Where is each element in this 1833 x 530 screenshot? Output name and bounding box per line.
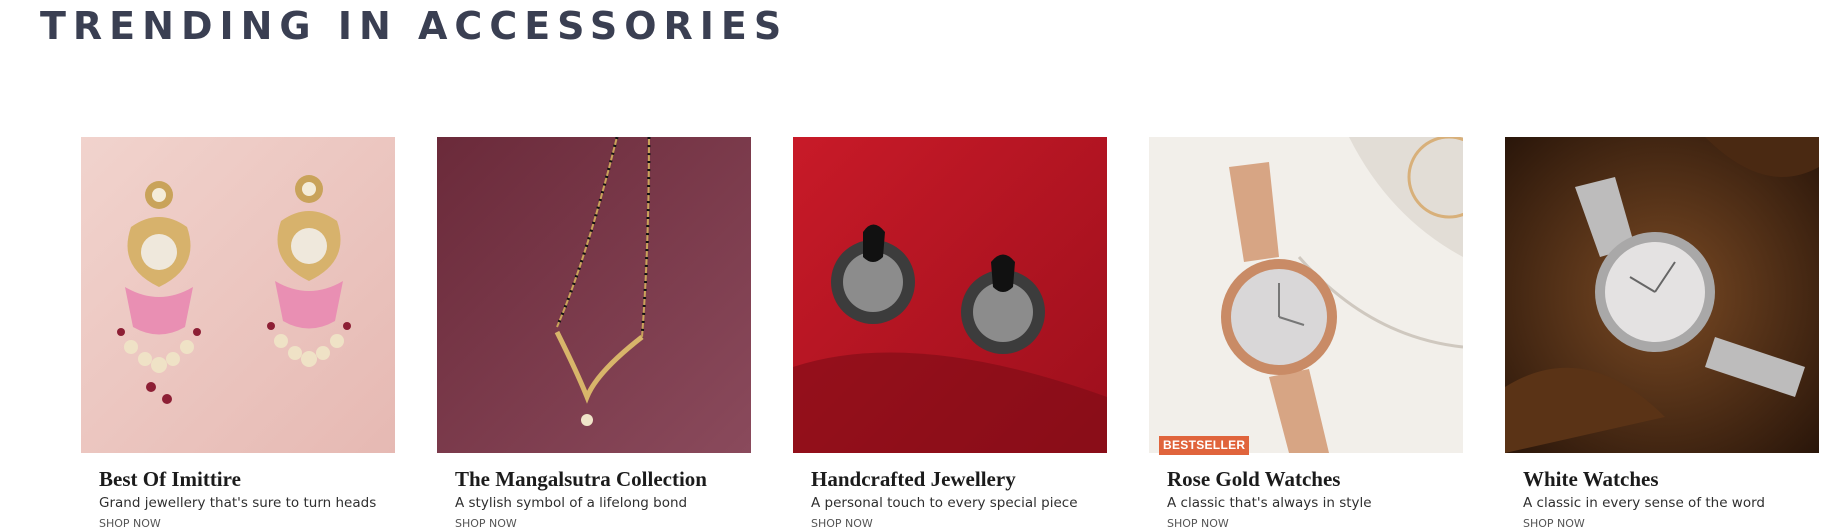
- mangalsutra-image[interactable]: [437, 137, 751, 453]
- accessories-carousel: Best Of Imittire Grand jewellery that's …: [0, 137, 1833, 530]
- card-best-of-imittire[interactable]: Best Of Imittire Grand jewellery that's …: [81, 137, 395, 530]
- shop-now-link[interactable]: SHOP NOW: [99, 517, 161, 530]
- white-watch-image[interactable]: [1505, 137, 1819, 453]
- card-mangalsutra-collection[interactable]: The Mangalsutra Collection A stylish sym…: [437, 137, 751, 530]
- bestseller-badge: BESTSELLER: [1159, 436, 1250, 455]
- card-description: A personal touch to every special piece: [811, 495, 1078, 511]
- card-description: Grand jewellery that's sure to turn head…: [99, 495, 377, 511]
- shop-now-link[interactable]: SHOP NOW: [811, 517, 873, 530]
- card-title[interactable]: Rose Gold Watches: [1167, 467, 1340, 492]
- card-title[interactable]: Best Of Imittire: [99, 467, 241, 492]
- card-title[interactable]: White Watches: [1523, 467, 1659, 492]
- section-title: TRENDING IN ACCESSORIES: [40, 4, 789, 48]
- card-handcrafted-jewellery[interactable]: Handcrafted Jewellery A personal touch t…: [793, 137, 1107, 530]
- card-white-watches[interactable]: White Watches A classic in every sense o…: [1505, 137, 1819, 530]
- shop-now-link[interactable]: SHOP NOW: [455, 517, 517, 530]
- card-description: A stylish symbol of a lifelong bond: [455, 495, 688, 511]
- card-title[interactable]: Handcrafted Jewellery: [811, 467, 1016, 492]
- rose-gold-watch-image[interactable]: [1149, 137, 1463, 453]
- card-title[interactable]: The Mangalsutra Collection: [455, 467, 707, 492]
- card-rose-gold-watches[interactable]: BESTSELLER Rose Gold Watches A classic t…: [1149, 137, 1463, 530]
- shop-now-link[interactable]: SHOP NOW: [1523, 517, 1585, 530]
- oxidised-earrings-image[interactable]: [793, 137, 1107, 453]
- earrings-image[interactable]: [81, 137, 395, 453]
- card-description: A classic that's always in style: [1167, 495, 1372, 511]
- shop-now-link[interactable]: SHOP NOW: [1167, 517, 1229, 530]
- card-description: A classic in every sense of the word: [1523, 495, 1765, 511]
